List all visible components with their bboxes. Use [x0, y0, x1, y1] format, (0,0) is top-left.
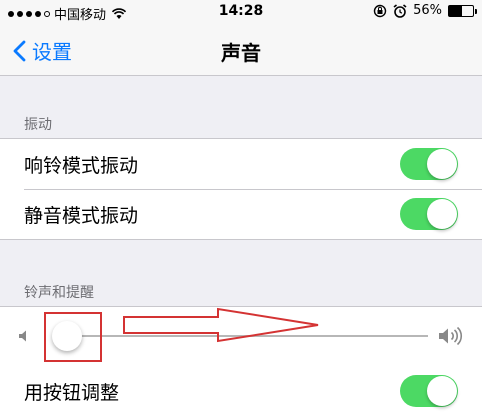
change-with-buttons-row: 用按钮调整: [0, 365, 482, 412]
change-with-buttons-toggle[interactable]: [400, 375, 458, 407]
section-header-ringer: 铃声和提醒: [24, 285, 94, 301]
status-right: 56%: [373, 3, 477, 18]
battery-icon: [448, 4, 477, 17]
annotation-highlight-box: [44, 312, 102, 362]
toggle-knob: [427, 376, 457, 406]
page-title: 声音: [221, 41, 261, 65]
toggle-knob: [427, 199, 457, 229]
change-with-buttons-label: 用按钮调整: [24, 381, 120, 404]
vibrate-on-ring-row: 响铃模式振动: [0, 139, 482, 189]
section-header-vibration: 振动: [24, 117, 52, 133]
vibrate-on-silent-toggle[interactable]: [400, 198, 458, 230]
ringer-volume-row: [0, 307, 482, 365]
vibration-group: 响铃模式振动 静音模式振动: [0, 138, 482, 240]
vibrate-on-silent-label: 静音模式振动: [24, 204, 139, 227]
volume-low-icon: [19, 330, 26, 342]
annotation-arrow: [123, 307, 319, 343]
alarm-icon: [393, 3, 407, 18]
vibrate-on-ring-toggle[interactable]: [400, 148, 458, 180]
status-bar: 中国移动 14:28 56%: [0, 0, 482, 24]
battery-percent: 56%: [413, 3, 442, 18]
nav-bar: 设置 声音: [0, 24, 482, 76]
toggle-knob: [427, 149, 457, 179]
vibrate-on-ring-label: 响铃模式振动: [24, 154, 139, 177]
volume-high-icon: [439, 326, 462, 346]
rotation-lock-icon: [373, 4, 387, 17]
ringer-group: 用按钮调整: [0, 306, 482, 412]
battery-fill: [449, 5, 463, 16]
vibrate-on-silent-row: 静音模式振动: [0, 189, 482, 239]
